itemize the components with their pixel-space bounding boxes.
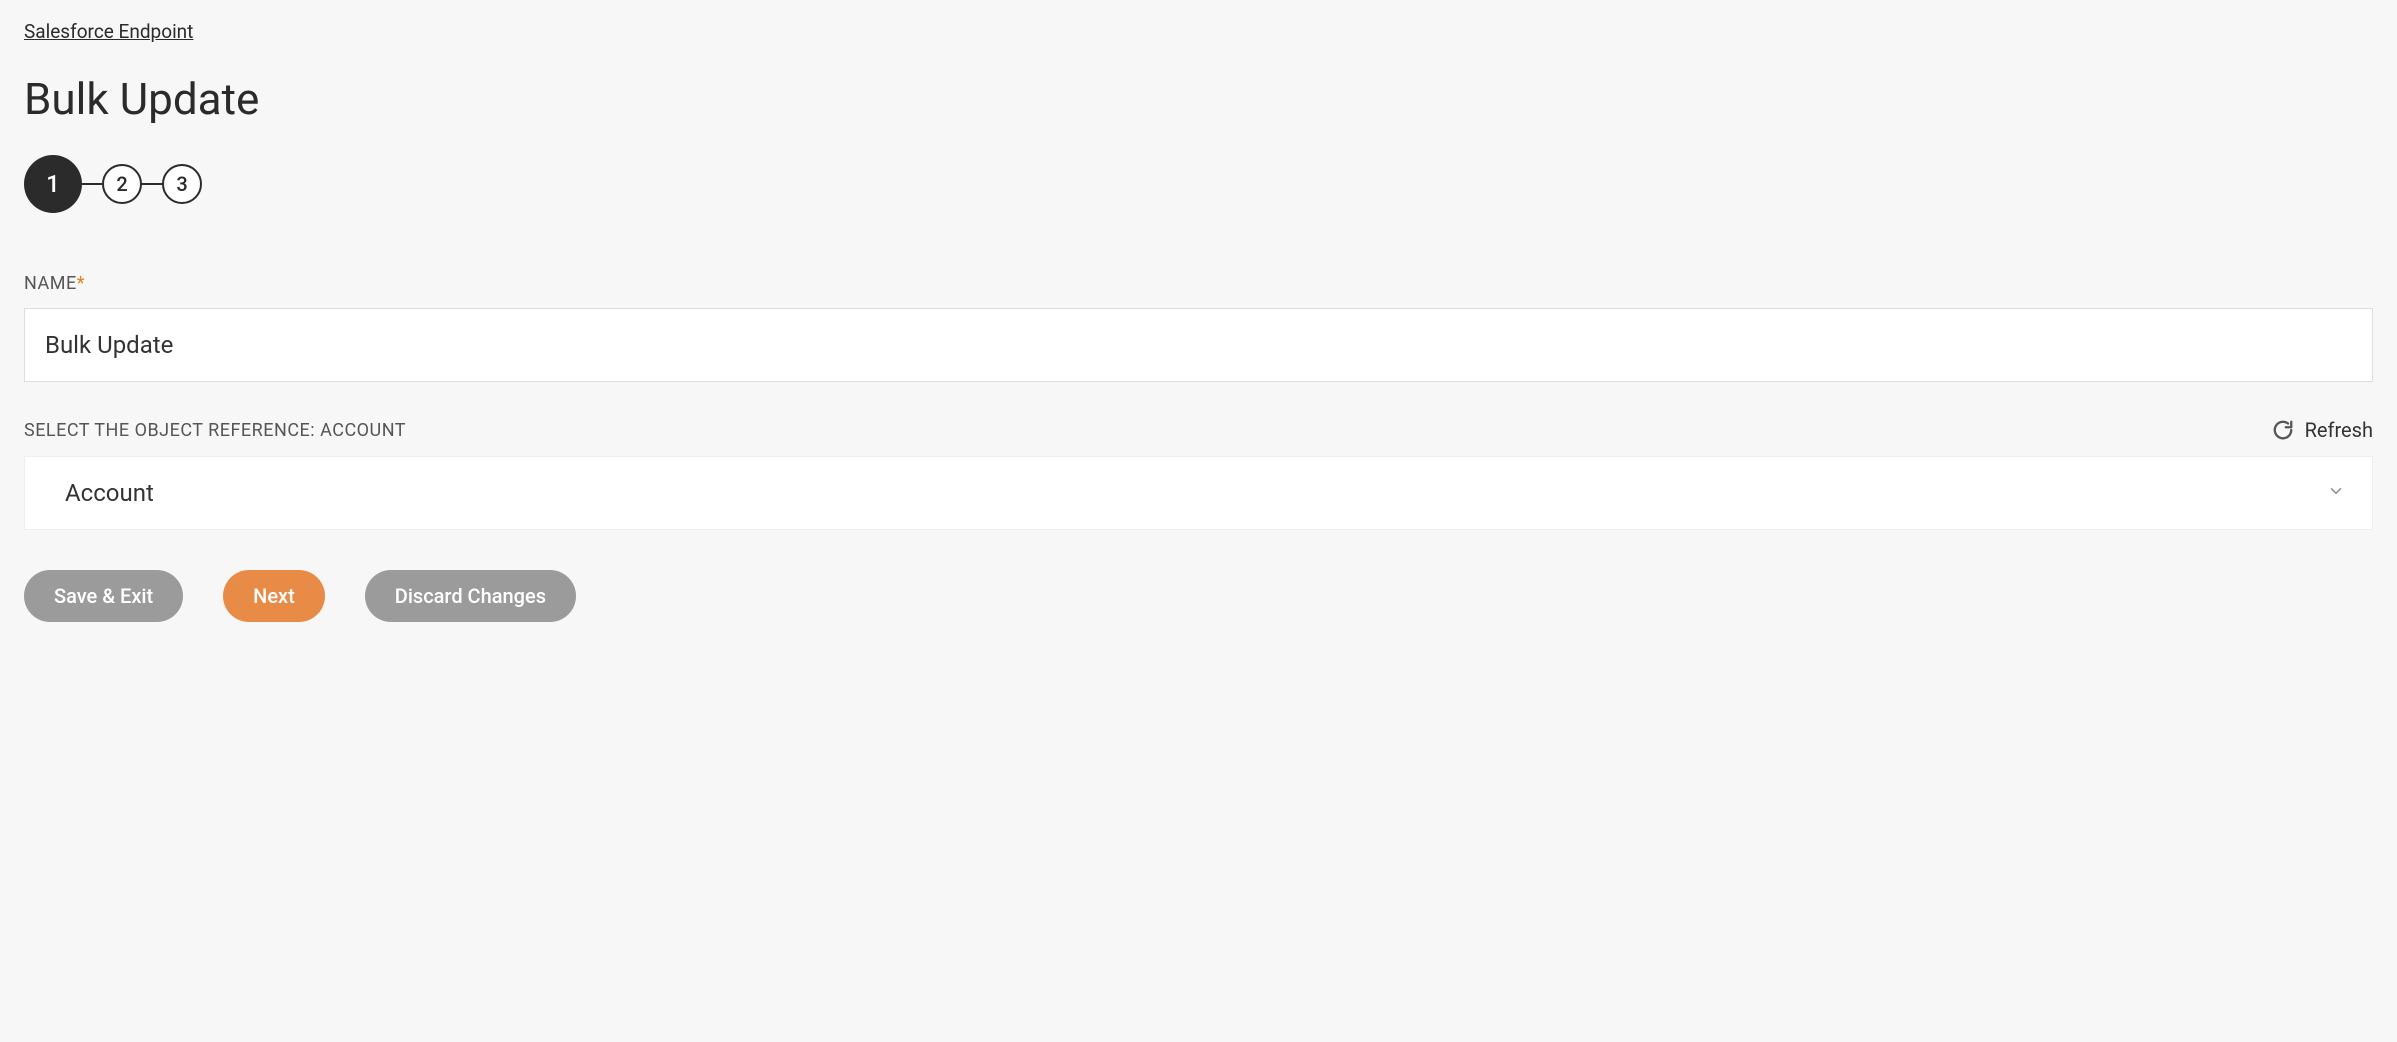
object-ref-field-group: SELECT THE OBJECT REFERENCE: ACCOUNT Ref… (24, 418, 2373, 530)
refresh-button[interactable]: Refresh (2271, 418, 2373, 442)
object-ref-select-wrapper[interactable]: Account (24, 456, 2373, 530)
step-2[interactable]: 2 (102, 164, 142, 204)
step-connector (82, 183, 102, 185)
object-ref-select[interactable]: Account (24, 456, 2373, 530)
step-3[interactable]: 3 (162, 164, 202, 204)
page-title: Bulk Update (24, 73, 2373, 125)
object-ref-label: SELECT THE OBJECT REFERENCE: ACCOUNT (24, 420, 406, 441)
step-1[interactable]: 1 (24, 155, 82, 213)
button-row: Save & Exit Next Discard Changes (24, 570, 2373, 622)
discard-button[interactable]: Discard Changes (365, 570, 576, 622)
breadcrumb-link[interactable]: Salesforce Endpoint (24, 20, 193, 43)
name-label: NAME* (24, 273, 85, 294)
name-input[interactable] (24, 308, 2373, 382)
refresh-icon (2271, 418, 2295, 442)
required-star: * (77, 273, 85, 294)
save-exit-button[interactable]: Save & Exit (24, 570, 183, 622)
refresh-label: Refresh (2305, 418, 2373, 442)
stepper: 1 2 3 (24, 155, 2373, 213)
next-button[interactable]: Next (223, 570, 325, 622)
name-field-group: NAME* (24, 273, 2373, 382)
step-connector (142, 183, 162, 185)
